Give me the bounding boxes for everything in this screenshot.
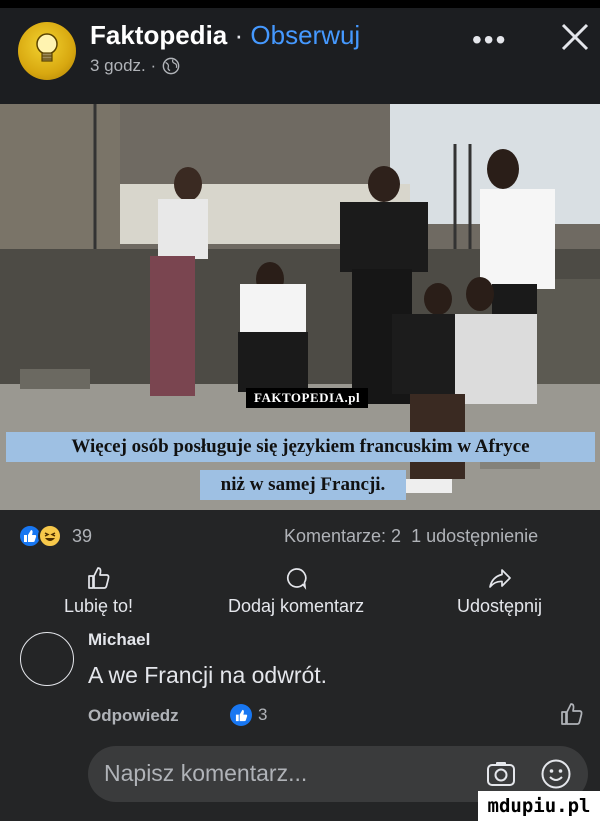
comment-like-icon[interactable]	[560, 702, 584, 726]
post-meta: 3 godz. ·	[90, 56, 180, 76]
engagement-stats: Komentarze: 2 1 udostępnienie	[284, 526, 538, 547]
watermark: mdupiu.pl	[478, 791, 600, 821]
share-count-link[interactable]: 1 udostępnienie	[411, 526, 538, 546]
comment-author[interactable]: Michael	[88, 630, 150, 650]
haha-reaction-icon	[38, 524, 62, 548]
like-label: Lubię to!	[64, 596, 134, 616]
reactions-summary[interactable]: 39	[18, 524, 92, 548]
image-caption-line1: Więcej osób posługuje się językiem franc…	[6, 432, 595, 462]
image-caption-line2: niż w samej Francji.	[200, 470, 406, 500]
follow-button[interactable]: Obserwuj	[250, 20, 360, 50]
comment-button[interactable]: Dodaj komentarz	[228, 566, 364, 617]
camera-icon[interactable]	[486, 760, 516, 788]
brand-caption: FAKTOPEDIA.pl	[246, 388, 369, 408]
comment-like-count: 3	[258, 705, 268, 724]
comment-text: A we Francji na odwrót.	[88, 662, 328, 688]
post-time[interactable]: 3 godz. ·	[90, 56, 156, 76]
lightbulb-icon	[36, 33, 58, 62]
status-bar	[0, 0, 600, 8]
reply-button[interactable]: Odpowiedz	[88, 706, 179, 726]
commenter-avatar[interactable]	[20, 632, 74, 686]
comment-count-link[interactable]: Komentarze: 2	[284, 526, 401, 546]
thumbs-up-icon	[87, 567, 109, 589]
share-arrow-icon	[488, 569, 511, 588]
page-avatar[interactable]	[18, 22, 76, 80]
close-icon[interactable]	[558, 20, 592, 54]
like-reaction-icon	[230, 704, 252, 726]
like-button[interactable]: Lubię to!	[64, 566, 133, 617]
share-label: Udostępnij	[457, 596, 543, 616]
page-title[interactable]: Faktopedia · Obserwuj	[90, 20, 360, 51]
share-button[interactable]: Udostępnij	[457, 566, 542, 617]
title-separator: ·	[234, 20, 244, 50]
emoji-icon[interactable]	[540, 758, 572, 790]
more-dots-icon[interactable]: •••	[472, 24, 507, 56]
comment-bubble-icon	[287, 568, 307, 590]
globe-icon	[162, 57, 180, 75]
comment-input-placeholder[interactable]: Napisz komentarz...	[104, 760, 307, 787]
reaction-count: 39	[72, 525, 93, 546]
comment-label: Dodaj komentarz	[228, 596, 365, 616]
page-name-label[interactable]: Faktopedia	[90, 20, 227, 50]
comment-likes[interactable]: 3	[230, 704, 267, 726]
